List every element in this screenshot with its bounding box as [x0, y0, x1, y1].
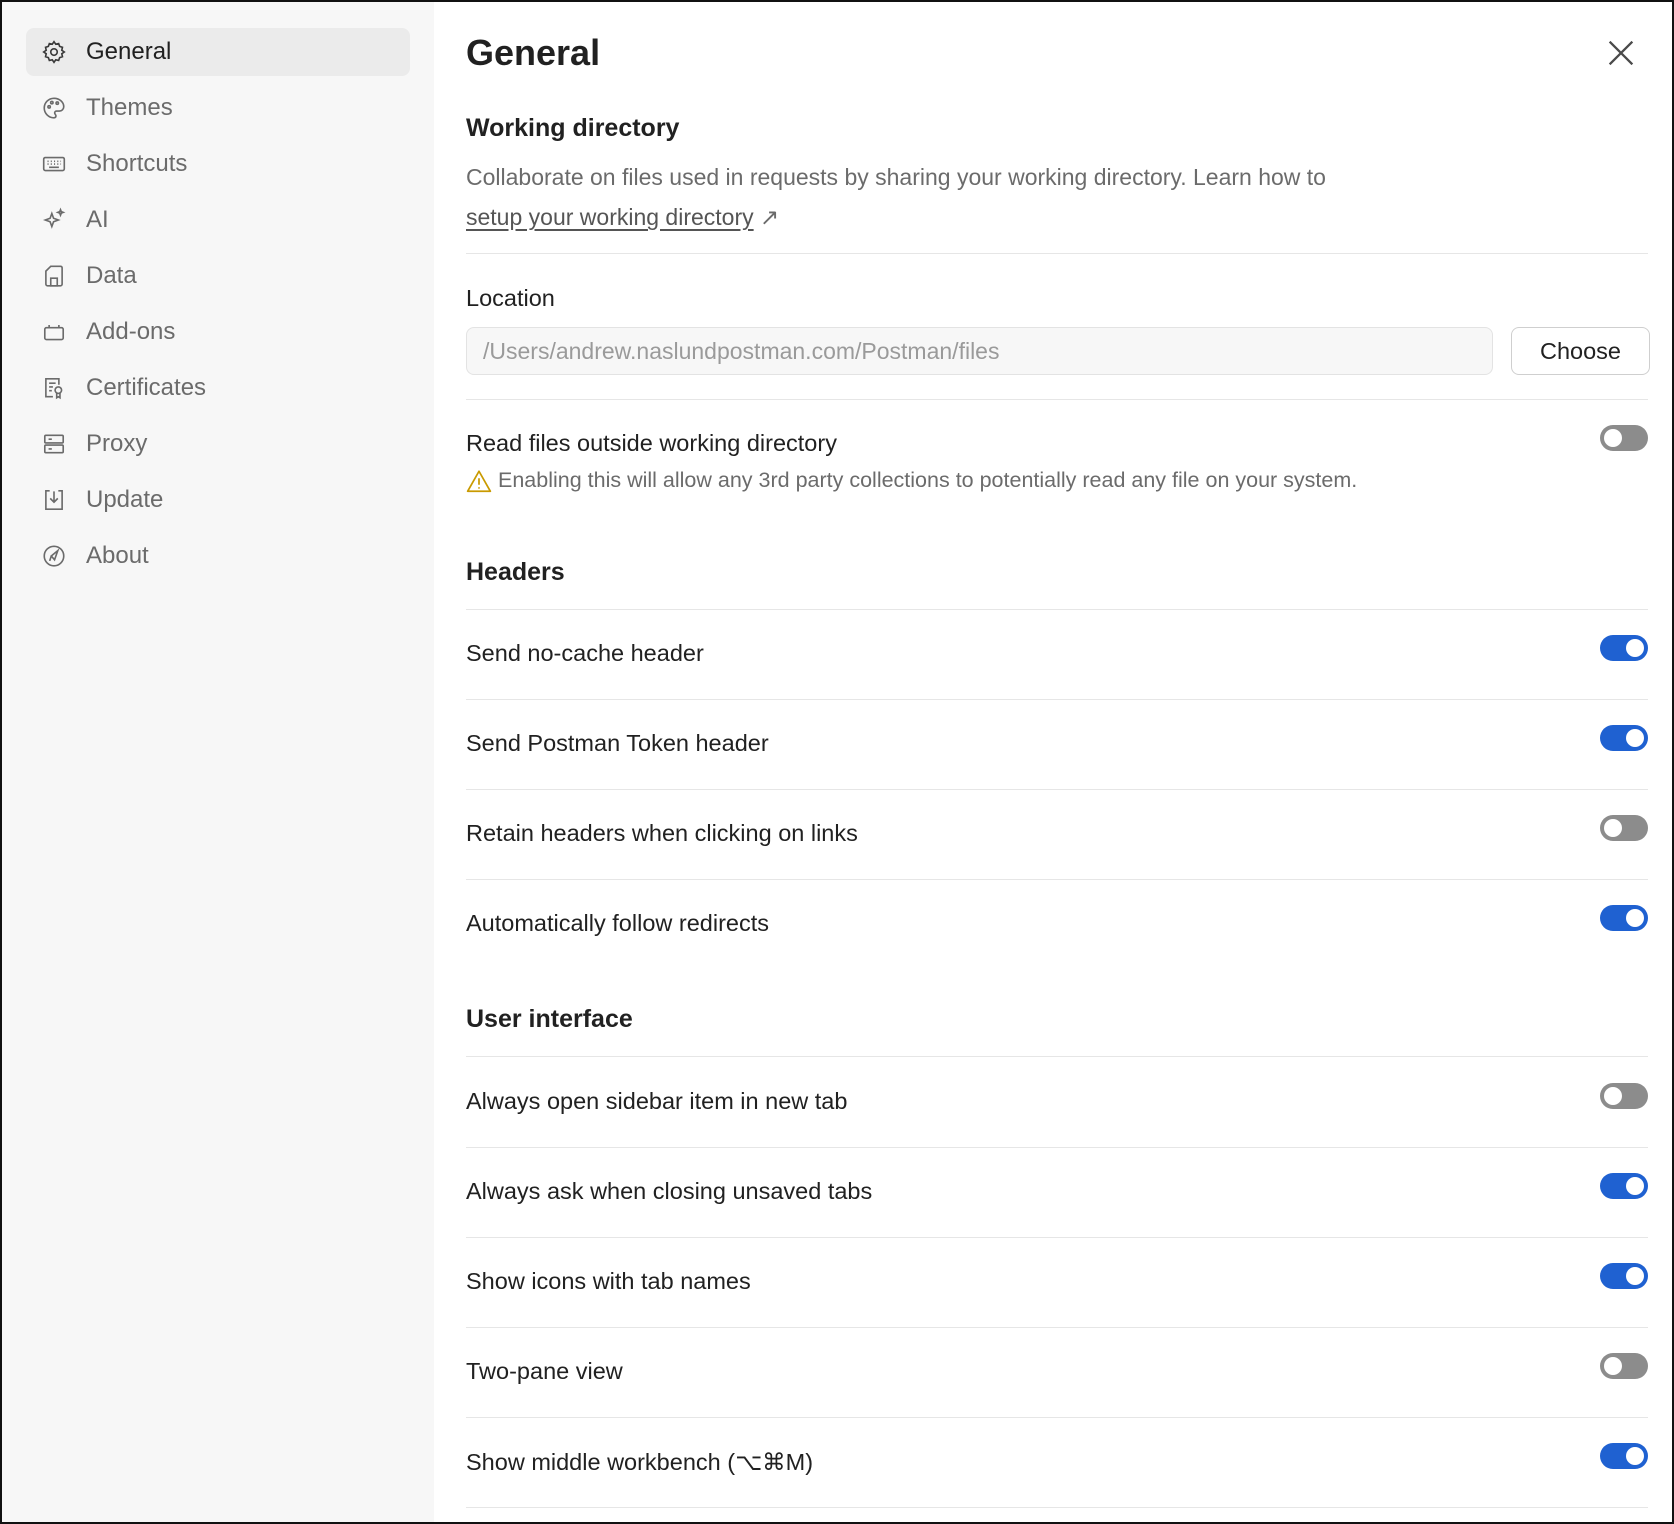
divider [466, 399, 1648, 400]
divider [466, 1327, 1648, 1328]
download-icon [40, 486, 68, 514]
sidebar-item-label: Certificates [86, 374, 207, 401]
divider [466, 1417, 1648, 1418]
sidebar-item-label: General [86, 38, 172, 65]
sidebar-item-label: Add-ons [86, 318, 176, 345]
certificate-icon [40, 374, 68, 402]
sidebar-item-ai[interactable]: AI [26, 196, 410, 244]
server-icon [40, 430, 68, 458]
sidebar-item-about[interactable]: About [26, 532, 410, 580]
toggle-knob [1604, 429, 1622, 447]
ask-closing-unsaved-toggle[interactable] [1600, 1173, 1648, 1199]
toggle-knob [1626, 1267, 1644, 1285]
toggle-knob [1604, 1357, 1622, 1375]
sidebar-item-label: Update [86, 486, 164, 513]
close-icon [1608, 40, 1634, 66]
divider [466, 699, 1648, 700]
warning-text: Enabling this will allow any 3rd party c… [498, 468, 1358, 492]
keyboard-icon [40, 150, 68, 178]
setting-label: Show middle workbench (⌥⌘M) [466, 1449, 814, 1475]
divider [466, 253, 1648, 254]
warning-icon [466, 469, 492, 492]
close-button[interactable] [1604, 36, 1638, 70]
toggle-knob [1626, 1447, 1644, 1465]
sidebar-item-data[interactable]: Data [26, 252, 410, 300]
postman-token-header-toggle[interactable] [1600, 725, 1648, 751]
description-text: Collaborate on files used in requests by… [466, 164, 1326, 190]
two-pane-view-toggle[interactable] [1600, 1353, 1648, 1379]
read-outside-label: Read files outside working directory [466, 430, 837, 456]
sd-card-icon [40, 262, 68, 290]
gear-icon [40, 38, 68, 66]
external-link-icon: ↗ [760, 204, 780, 230]
setup-working-directory-link[interactable]: setup your working directory [466, 204, 754, 230]
package-icon [40, 318, 68, 346]
sidebar-item-themes[interactable]: Themes [26, 84, 410, 132]
sidebar-item-add-ons[interactable]: Add-ons [26, 308, 410, 356]
toggle-knob [1626, 729, 1644, 747]
palette-icon [40, 94, 68, 122]
toggle-knob [1604, 819, 1622, 837]
setting-label: Send no-cache header [466, 640, 704, 666]
postman-logo-icon [40, 542, 68, 570]
toggle-knob [1626, 1177, 1644, 1195]
follow-redirects-toggle[interactable] [1600, 905, 1648, 931]
settings-main: General Working directory Collaborate on… [434, 2, 1672, 1522]
divider [466, 879, 1648, 880]
divider [466, 1056, 1648, 1057]
setting-label: Two-pane view [466, 1358, 623, 1384]
choose-button[interactable]: Choose [1511, 327, 1650, 375]
headers-title: Headers [466, 558, 565, 586]
sidebar-item-label: AI [86, 206, 109, 233]
location-input[interactable] [466, 327, 1493, 375]
toggle-knob [1626, 909, 1644, 927]
divider [466, 789, 1648, 790]
sidebar-item-label: Data [86, 262, 137, 289]
setting-label: Always open sidebar item in new tab [466, 1088, 848, 1114]
divider [466, 1147, 1648, 1148]
tab-icons-toggle[interactable] [1600, 1263, 1648, 1289]
setting-label: Show icons with tab names [466, 1268, 751, 1294]
toggle-knob [1626, 639, 1644, 657]
open-sidebar-new-tab-toggle[interactable] [1600, 1083, 1648, 1109]
location-label: Location [466, 285, 555, 311]
middle-workbench-toggle[interactable] [1600, 1443, 1648, 1469]
settings-sidebar: General Themes Shortcuts AI Data Add-ons… [2, 2, 434, 1522]
page-title: General [466, 32, 601, 73]
sidebar-item-label: Shortcuts [86, 150, 188, 177]
working-directory-description: Collaborate on files used in requests by… [466, 157, 1366, 237]
settings-window: General Themes Shortcuts AI Data Add-ons… [0, 0, 1674, 1524]
setting-label: Retain headers when clicking on links [466, 820, 858, 846]
setting-label: Automatically follow redirects [466, 910, 769, 936]
sidebar-item-general[interactable]: General [26, 28, 410, 76]
sidebar-item-label: About [86, 542, 149, 569]
sidebar-item-update[interactable]: Update [26, 476, 410, 524]
setting-label: Send Postman Token header [466, 730, 769, 756]
sidebar-item-label: Themes [86, 94, 173, 121]
sidebar-item-certificates[interactable]: Certificates [26, 364, 410, 412]
divider [466, 609, 1648, 610]
toggle-knob [1604, 1087, 1622, 1105]
divider [466, 1237, 1648, 1238]
sidebar-item-proxy[interactable]: Proxy [26, 420, 410, 468]
working-directory-title: Working directory [466, 114, 680, 142]
sidebar-item-label: Proxy [86, 430, 148, 457]
warning-message: Enabling this will allow any 3rd party c… [466, 468, 1357, 493]
sparkle-icon [40, 206, 68, 234]
read-outside-toggle[interactable] [1600, 425, 1648, 451]
no-cache-header-toggle[interactable] [1600, 635, 1648, 661]
sidebar-item-shortcuts[interactable]: Shortcuts [26, 140, 410, 188]
retain-headers-toggle[interactable] [1600, 815, 1648, 841]
setting-label: Always ask when closing unsaved tabs [466, 1178, 873, 1204]
user-interface-title: User interface [466, 1005, 633, 1033]
divider [466, 1507, 1648, 1508]
